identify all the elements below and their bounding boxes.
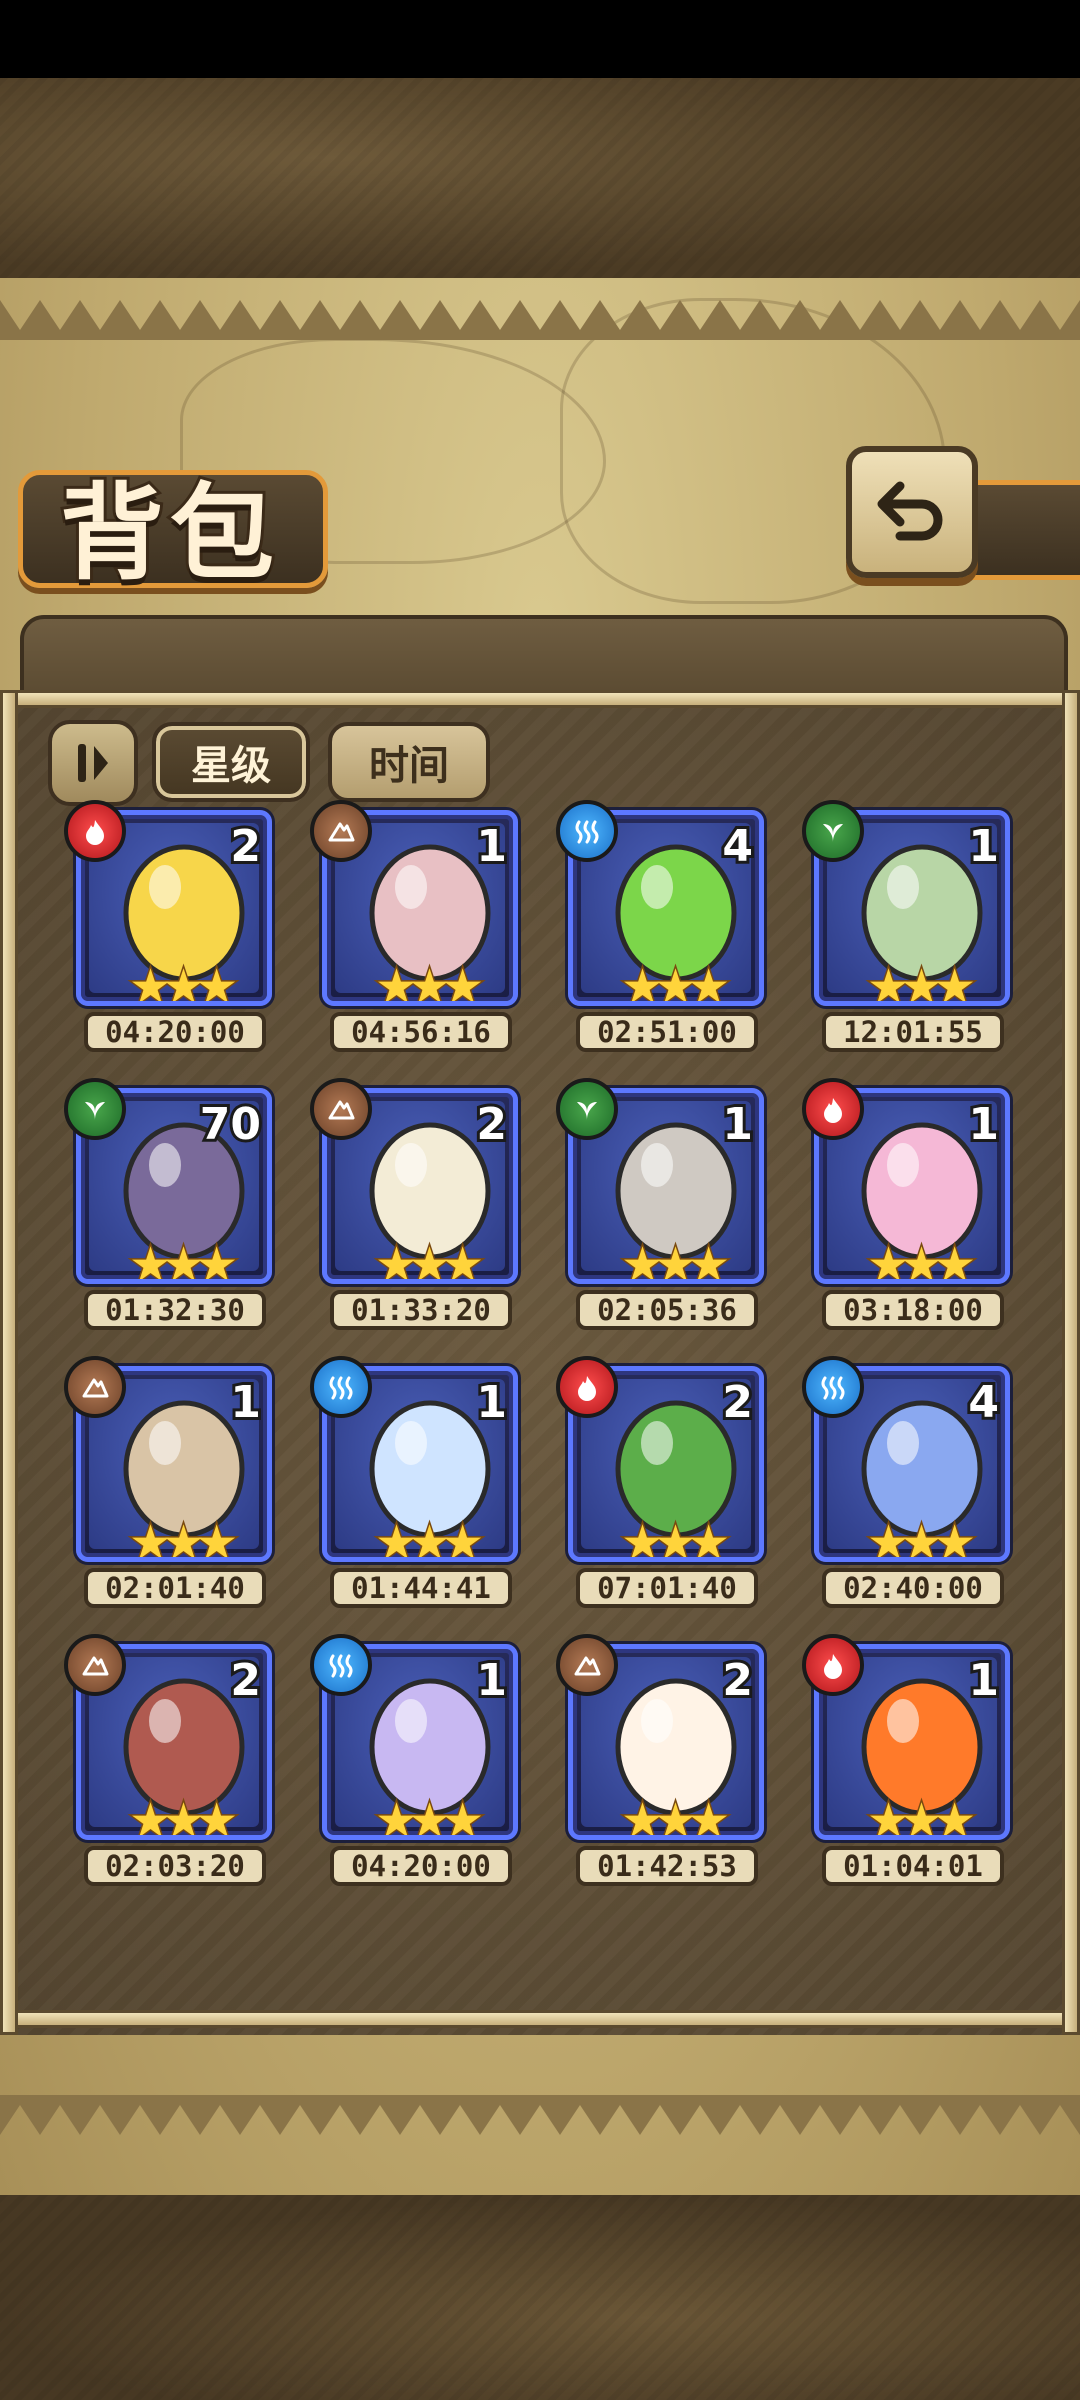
- egg-count: 2: [227, 818, 264, 875]
- hatch-timer: 02:40:00: [822, 1568, 1004, 1608]
- egg-slot[interactable]: ★★★ 2 07:01:40: [556, 1356, 770, 1616]
- back-button[interactable]: [846, 446, 978, 578]
- star-rating: ★★★: [127, 1515, 239, 1562]
- sort-order-icon: [78, 744, 108, 782]
- star-rating: ★★★: [373, 1515, 485, 1562]
- egg-slot[interactable]: ★★★ 2 01:33:20: [310, 1078, 524, 1338]
- egg-slot[interactable]: ★★★ 1 02:05:36: [556, 1078, 770, 1338]
- hatch-timer: 02:03:20: [84, 1846, 266, 1886]
- hatch-timer: 12:01:55: [822, 1012, 1004, 1052]
- water-element-icon: [310, 1634, 372, 1696]
- star-rating: ★★★: [619, 1237, 731, 1284]
- hatch-timer: 02:05:36: [576, 1290, 758, 1330]
- map-background-top: [0, 78, 1080, 278]
- star-rating: ★★★: [619, 1793, 731, 1840]
- page-title: 背包: [57, 468, 281, 597]
- star-rating: ★★★: [127, 1237, 239, 1284]
- egg-count: 1: [473, 1374, 510, 1431]
- hatch-timer: 02:51:00: [576, 1012, 758, 1052]
- water-element-icon: [802, 1356, 864, 1418]
- egg-count: 4: [965, 1374, 1002, 1431]
- egg-count: 2: [473, 1096, 510, 1153]
- egg-slot[interactable]: ★★★ 1 01:04:01: [802, 1634, 1016, 1894]
- egg-count: 2: [227, 1652, 264, 1709]
- hatch-timer: 01:33:20: [330, 1290, 512, 1330]
- hatch-timer: 04:56:16: [330, 1012, 512, 1052]
- egg-slot[interactable]: ★★★ 1 04:56:16: [310, 800, 524, 1060]
- hatch-timer: 07:01:40: [576, 1568, 758, 1608]
- egg-count: 1: [719, 1096, 756, 1153]
- star-rating: ★★★: [619, 1515, 731, 1562]
- water-element-icon: [556, 800, 618, 862]
- star-rating: ★★★: [865, 959, 977, 1006]
- map-background-bottom: [0, 2195, 1080, 2400]
- board-rod-top: [0, 690, 1080, 708]
- egg-slot[interactable]: ★★★ 1 12:01:55: [802, 800, 1016, 1060]
- sort-by-stars-tab[interactable]: 星级: [152, 722, 310, 802]
- egg-slot[interactable]: ★★★ 4 02:40:00: [802, 1356, 1016, 1616]
- order-toggle-button[interactable]: [48, 720, 138, 806]
- grass-element-icon: [556, 1078, 618, 1140]
- egg-slot[interactable]: ★★★ 1 02:01:40: [64, 1356, 278, 1616]
- grass-element-icon: [64, 1078, 126, 1140]
- egg-slot[interactable]: ★★★ 1 04:20:00: [310, 1634, 524, 1894]
- earth-element-icon: [310, 800, 372, 862]
- fire-element-icon: [802, 1634, 864, 1696]
- egg-count: 2: [719, 1374, 756, 1431]
- egg-count: 1: [227, 1374, 264, 1431]
- return-arrow-icon: [877, 481, 943, 541]
- star-rating: ★★★: [127, 1793, 239, 1840]
- hatch-timer: 02:01:40: [84, 1568, 266, 1608]
- board-rod-right: [1062, 690, 1080, 2035]
- egg-slot[interactable]: ★★★ 1 03:18:00: [802, 1078, 1016, 1338]
- earth-element-icon: [64, 1634, 126, 1696]
- earth-element-icon: [556, 1634, 618, 1696]
- egg-slot[interactable]: ★★★ 2 04:20:00: [64, 800, 278, 1060]
- hatch-timer: 04:20:00: [330, 1846, 512, 1886]
- star-rating: ★★★: [865, 1237, 977, 1284]
- hatch-timer: 01:04:01: [822, 1846, 1004, 1886]
- fire-element-icon: [556, 1356, 618, 1418]
- star-rating: ★★★: [127, 959, 239, 1006]
- egg-slot[interactable]: ★★★ 2 01:42:53: [556, 1634, 770, 1894]
- star-rating: ★★★: [373, 1237, 485, 1284]
- water-element-icon: [310, 1356, 372, 1418]
- board-rod-bottom: [0, 2010, 1080, 2028]
- sort-by-time-tab[interactable]: 时间: [328, 722, 490, 802]
- egg-count: 1: [965, 818, 1002, 875]
- star-rating: ★★★: [373, 959, 485, 1006]
- fire-element-icon: [64, 800, 126, 862]
- zigzag-border-bottom: [0, 2095, 1080, 2135]
- egg-count: 1: [965, 1652, 1002, 1709]
- fire-element-icon: [802, 1078, 864, 1140]
- egg-count: 1: [473, 1652, 510, 1709]
- hatch-timer: 03:18:00: [822, 1290, 1004, 1330]
- egg-count: 70: [197, 1096, 264, 1153]
- hatch-timer: 01:44:41: [330, 1568, 512, 1608]
- egg-count: 2: [719, 1652, 756, 1709]
- star-rating: ★★★: [865, 1515, 977, 1562]
- earth-element-icon: [310, 1078, 372, 1140]
- status-bar: [0, 0, 1080, 78]
- egg-slot[interactable]: ★★★ 70 01:32:30: [64, 1078, 278, 1338]
- star-rating: ★★★: [373, 1793, 485, 1840]
- egg-slot[interactable]: ★★★ 4 02:51:00: [556, 800, 770, 1060]
- grass-element-icon: [802, 800, 864, 862]
- earth-element-icon: [64, 1356, 126, 1418]
- hatch-timer: 01:32:30: [84, 1290, 266, 1330]
- hatch-timer: 04:20:00: [84, 1012, 266, 1052]
- egg-count: 1: [473, 818, 510, 875]
- zigzag-border-top: [0, 300, 1080, 340]
- star-rating: ★★★: [865, 1793, 977, 1840]
- hatch-timer: 01:42:53: [576, 1846, 758, 1886]
- egg-slot[interactable]: ★★★ 2 02:03:20: [64, 1634, 278, 1894]
- egg-slot[interactable]: ★★★ 1 01:44:41: [310, 1356, 524, 1616]
- egg-count: 1: [965, 1096, 1002, 1153]
- egg-count: 4: [719, 818, 756, 875]
- board-rod-left: [0, 690, 18, 2035]
- star-rating: ★★★: [619, 959, 731, 1006]
